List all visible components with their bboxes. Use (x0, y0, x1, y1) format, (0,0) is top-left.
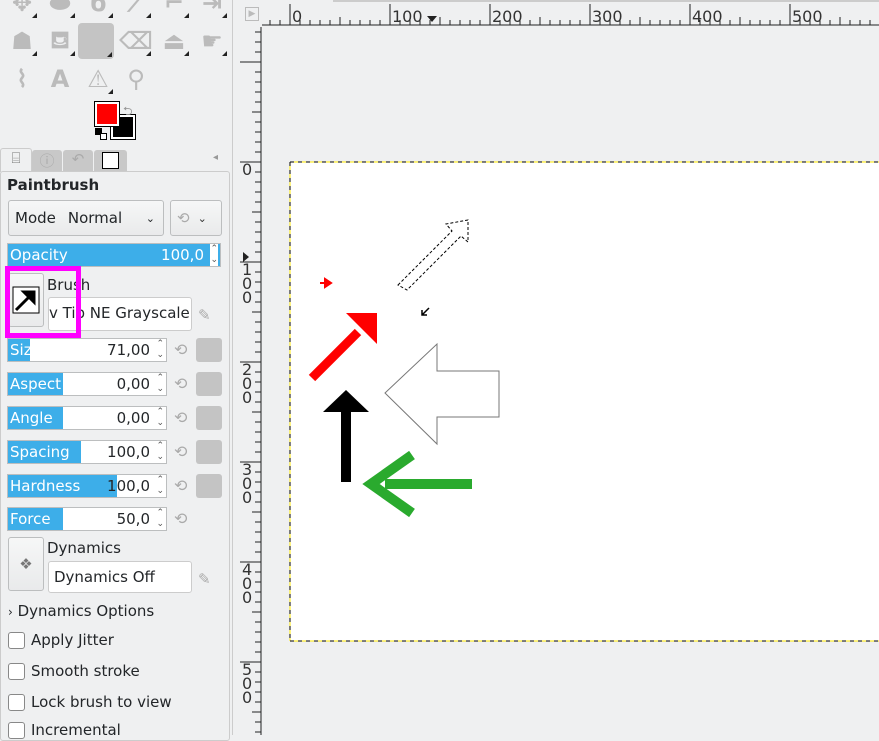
ruler-label: 0 (242, 160, 252, 179)
svg-text:0: 0 (242, 488, 252, 507)
ruler-label: 200 (242, 360, 252, 407)
svg-text:0: 0 (242, 688, 252, 707)
ruler-label: 500 (792, 7, 823, 26)
ruler-label: 100 (242, 260, 252, 307)
vertical-ruler: 0100200300400500 (240, 27, 262, 735)
canvas-area[interactable]: 0 100 200 300 400 500 0100200300400500 (0, 0, 879, 735)
pointer-position-marker (427, 16, 437, 22)
image-canvas (290, 162, 879, 641)
ruler-label: 400 (692, 7, 723, 26)
ruler-label: 500 (242, 660, 252, 707)
ruler-label: 400 (242, 560, 252, 607)
ruler-label: 300 (592, 7, 623, 26)
ruler-label: 0 (292, 7, 302, 26)
svg-text:0: 0 (242, 588, 252, 607)
ruler-label: 300 (242, 460, 252, 507)
ruler-label: 100 (392, 7, 423, 26)
svg-text:0: 0 (242, 388, 252, 407)
svg-text:0: 0 (242, 160, 252, 179)
svg-text:0: 0 (242, 288, 252, 307)
horizontal-ruler: 0 100 200 300 400 500 (262, 4, 879, 26)
ruler-label: 200 (492, 7, 523, 26)
